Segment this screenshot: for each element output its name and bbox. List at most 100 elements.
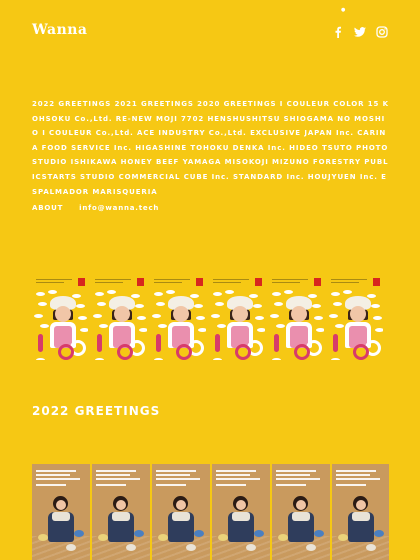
poster-wave [375,328,383,332]
poster-wave [154,358,163,360]
poster-text-line [36,470,76,472]
poster-text-line [36,282,64,283]
poster-text-line [96,470,136,472]
email-link[interactable]: info@wanna.tech [79,204,159,212]
poster-toy [158,534,168,541]
poster-wave [333,302,342,306]
poster-thumbnail [272,464,330,560]
poster-toy [218,534,228,541]
poster-wave [97,302,106,306]
poster-wave [135,304,144,308]
poster-text-line [272,282,300,283]
poster-stamp [314,278,321,286]
poster-child-face [356,500,366,510]
poster-ring [117,344,133,360]
poster-toy [134,530,144,537]
poster-wave [272,292,281,296]
poster-text-line [272,279,308,280]
poster-child-face [56,500,66,510]
poster-wave [139,328,147,332]
poster-toy [374,530,384,537]
poster-text-line [154,282,182,283]
greetings-poster-strip-brown[interactable] [32,464,389,560]
poster-pillar [38,334,43,352]
poster-thumbnail [327,272,383,360]
poster-toy [38,534,48,541]
poster-thumbnail [212,464,270,560]
poster-toy [98,534,108,541]
poster-text-line [36,478,80,480]
client-list: 2022 GREETINGS 2021 GREETINGS 2020 GREET… [32,100,389,196]
facebook-icon[interactable] [332,26,344,38]
poster-child-shirt [352,512,370,521]
poster-text-line [95,279,131,280]
poster-text-line [276,478,320,480]
poster-wave [270,314,279,318]
poster-text-line [36,484,66,486]
poster-pillar [156,334,161,352]
poster-wave [373,316,382,320]
poster-wave [274,302,283,306]
poster-child-face [114,306,130,322]
poster-toy [366,544,376,551]
poster-wave [137,316,146,320]
poster-toy [246,544,256,551]
poster-wave [255,316,264,320]
poster-wave [166,290,175,294]
tiny-mark: ● [341,7,346,13]
poster-text-line [276,474,310,476]
poster-thumbnail [32,464,90,560]
poster-wave [38,302,47,306]
poster-ring [294,344,310,360]
poster-ring [176,344,192,360]
poster-text-line [96,484,126,486]
poster-thumbnail [332,464,389,560]
poster-wave [371,304,380,308]
poster-child-face [296,500,306,510]
poster-child-face [173,306,189,322]
poster-child-face [236,500,246,510]
poster-child-shirt [292,512,310,521]
poster-stamp [78,278,85,286]
poster-wave [329,314,338,318]
social-links [332,26,388,38]
poster-child-face [55,306,71,322]
poster-wave [343,290,352,294]
poster-text-line [96,478,140,480]
poster-child-shirt [52,512,70,521]
poster-text-line [331,282,359,283]
site-header: Wanna ● [0,0,420,60]
poster-wave [95,292,104,296]
poster-text-line [96,474,130,476]
poster-wave [36,358,45,360]
poster-wave [211,314,220,318]
poster-wave [34,314,43,318]
poster-pillar [215,334,220,352]
poster-wave [314,316,323,320]
poster-text-line [156,484,186,486]
poster-wave [156,302,165,306]
poster-text-line [336,484,366,486]
poster-thumbnail [150,272,206,360]
poster-text-line [95,282,123,283]
poster-thumbnail [209,272,265,360]
site-logo[interactable]: Wanna [32,22,88,38]
twitter-icon[interactable] [354,26,366,38]
poster-ring [235,344,251,360]
poster-child-face [116,500,126,510]
poster-thumbnail [91,272,147,360]
poster-child-shirt [172,512,190,521]
poster-toy [314,530,324,537]
poster-wave [196,316,205,320]
footer-links: ABOUT info@wanna.tech [32,204,159,212]
poster-ring [58,344,74,360]
poster-toy [278,534,288,541]
instagram-icon[interactable] [376,26,388,38]
greetings-poster-strip-yellow[interactable] [32,272,389,360]
poster-text-line [276,484,306,486]
poster-wave [48,290,57,294]
poster-text-line [213,282,241,283]
poster-pillar [274,334,279,352]
about-link[interactable]: ABOUT [32,204,63,212]
poster-ring [353,344,369,360]
